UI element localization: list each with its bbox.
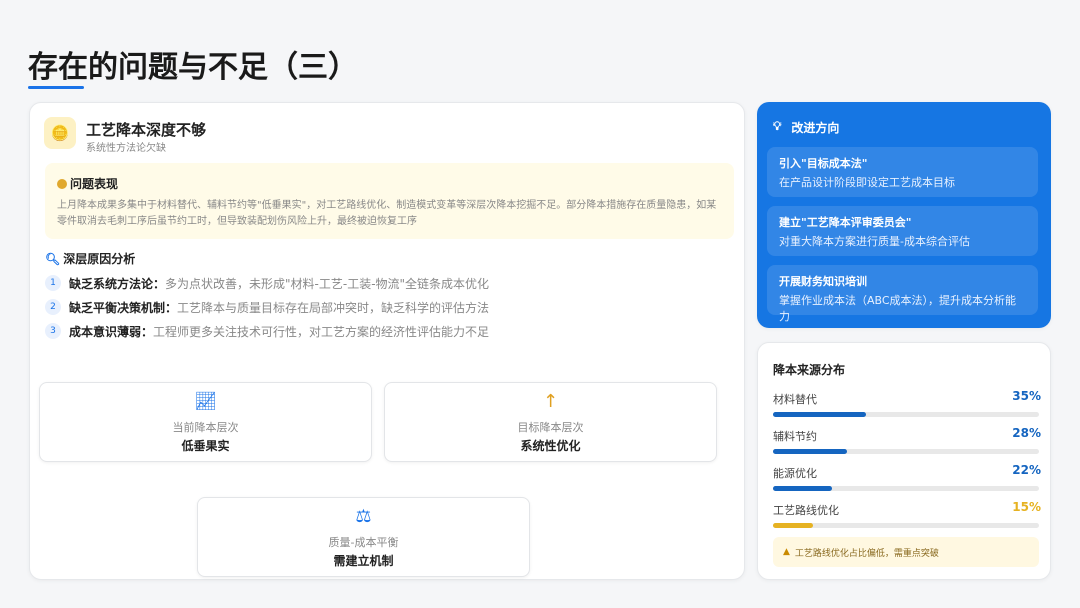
stat-value: 系统性优化 [520,439,581,453]
stat-label: 当前降本层次 [172,421,239,434]
improvement-item: 建立"工艺降本评审委员会" 对重大降本方案进行质量-成本综合评估 [767,206,1038,256]
progress-fill [773,486,832,491]
item-number: 2 [45,299,61,315]
stat-balance: ⚖ 质量-成本平衡 需建立机制 [197,497,530,577]
progress-fill [773,412,867,417]
distribution-row: 材料替代 35% [773,389,1041,417]
distribution-percent: 28% [1012,426,1041,440]
arrow-up-icon: ↑ [542,391,559,412]
warning-icon: ▲ [783,547,790,557]
list-item: 2 缺乏平衡决策机制： 工艺降本与质量目标存在局部冲突时，缺乏科学的评估方法 [45,295,489,319]
warning-text: 工艺路线优化占比偏低，需重点突破 [794,548,939,559]
distribution-label: 能源优化 [773,467,817,480]
chart-line-icon: 📈︎ [194,391,217,412]
progress-fill [773,449,848,454]
improvement-item: 引入"目标成本法" 在产品设计阶段即设定工艺成本目标 [767,147,1038,197]
problem-subtitle: 系统性方法论欠缺 [86,143,166,154]
page-title: 存在的问题与不足（三） [28,50,358,85]
distribution-percent: 35% [1012,389,1041,403]
item-label: 缺乏平衡决策机制： [69,300,178,315]
problem-title: 工艺降本深度不够 [86,121,207,139]
stat-value: 需建立机制 [333,554,394,568]
issue-body: 上月降本成果多集中于材料替代、辅料节约等"低垂果实"，对工艺路线优化、制造模式变… [57,200,717,227]
search-icon: 🔍︎ [45,251,61,266]
progress-track [773,412,1039,417]
progress-track [773,449,1039,454]
warning-dot-icon [57,178,67,189]
item-text: 工程师更多关注技术可行性，对工艺方案的经济性评估能力不足 [153,324,490,339]
improvement-item-desc: 对重大降本方案进行质量-成本综合评估 [779,235,970,248]
improvement-item-desc: 在产品设计阶段即设定工艺成本目标 [779,176,955,189]
distribution-row: 辅料节约 28% [773,426,1041,454]
list-item: 3 成本意识薄弱： 工程师更多关注技术可行性，对工艺方案的经济性评估能力不足 [45,319,489,343]
coins-icon: 🪙 [44,117,76,149]
improvement-card: 💡︎ 改进方向 引入"目标成本法" 在产品设计阶段即设定工艺成本目标 建立"工艺降本… [757,102,1051,328]
lightbulb-icon: 💡︎ [773,119,782,133]
progress-track [773,523,1039,528]
distribution-label: 材料替代 [773,393,817,406]
improvement-item-title: 开展财务知识培训 [779,275,867,288]
stat-value: 低垂果实 [181,439,230,453]
distribution-row: 能源优化 22% [773,463,1041,491]
list-item: 1 缺乏系统方法论： 多为点状改善，未形成"材料-工艺-工装-物流"全链条成本优化 [45,271,489,295]
progress-fill [773,523,813,528]
progress-track [773,486,1039,491]
item-text: 多为点状改善，未形成"材料-工艺-工装-物流"全链条成本优化 [165,276,490,291]
improvement-item: 开展财务知识培训掌握作业成本法（ABC成本法），提升成本分析能力 [767,265,1038,323]
problem-card: 🪙 工艺降本深度不够 系统性方法论欠缺 问题表现 上月降本成果多集中于材料替代、… [29,102,745,580]
title-underline [28,86,84,89]
distribution-label: 辅料节约 [773,430,817,443]
stat-current-level: 📈︎ 当前降本层次 低垂果实 [39,382,372,462]
item-label: 缺乏系统方法论： [69,276,166,291]
improvement-item-desc: 掌握作业成本法（ABC成本法），提升成本分析能力 [779,294,1017,323]
stat-label: 目标降本层次 [517,421,584,434]
stat-target-level: ↑ 目标降本层次 系统性优化 [384,382,717,462]
item-number: 1 [45,275,61,291]
distribution-card: 降本来源分布 材料替代 35% 辅料节约 28% 能源优化 22% 工艺路线优化 15% ▲ 工… [757,342,1051,580]
item-label: 成本意识薄弱： [69,324,154,339]
issue-box: 问题表现 上月降本成果多集中于材料替代、辅料节约等"低垂果实"，对工艺路线优化、… [45,163,734,239]
analysis-title: 深层原因分析 [63,252,136,266]
issue-title: 问题表现 [70,177,119,191]
distribution-percent: 22% [1012,463,1041,477]
warning-note: ▲ 工艺路线优化占比偏低，需重点突破 [773,537,1039,567]
distribution-percent: 15% [1012,500,1041,514]
stat-label: 质量-成本平衡 [328,536,399,549]
distribution-row: 工艺路线优化 15% [773,500,1041,528]
item-number: 3 [45,323,61,339]
distribution-label: 工艺路线优化 [773,504,839,517]
improvement-item-title: 引入"目标成本法" [779,157,868,170]
item-text: 工艺降本与质量目标存在局部冲突时，缺乏科学的评估方法 [177,300,490,315]
distribution-title: 降本来源分布 [773,363,846,377]
balance-scale-icon: ⚖ [355,506,372,527]
improvement-item-title: 建立"工艺降本评审委员会" [779,216,912,229]
improvement-title: 改进方向 [791,121,840,135]
